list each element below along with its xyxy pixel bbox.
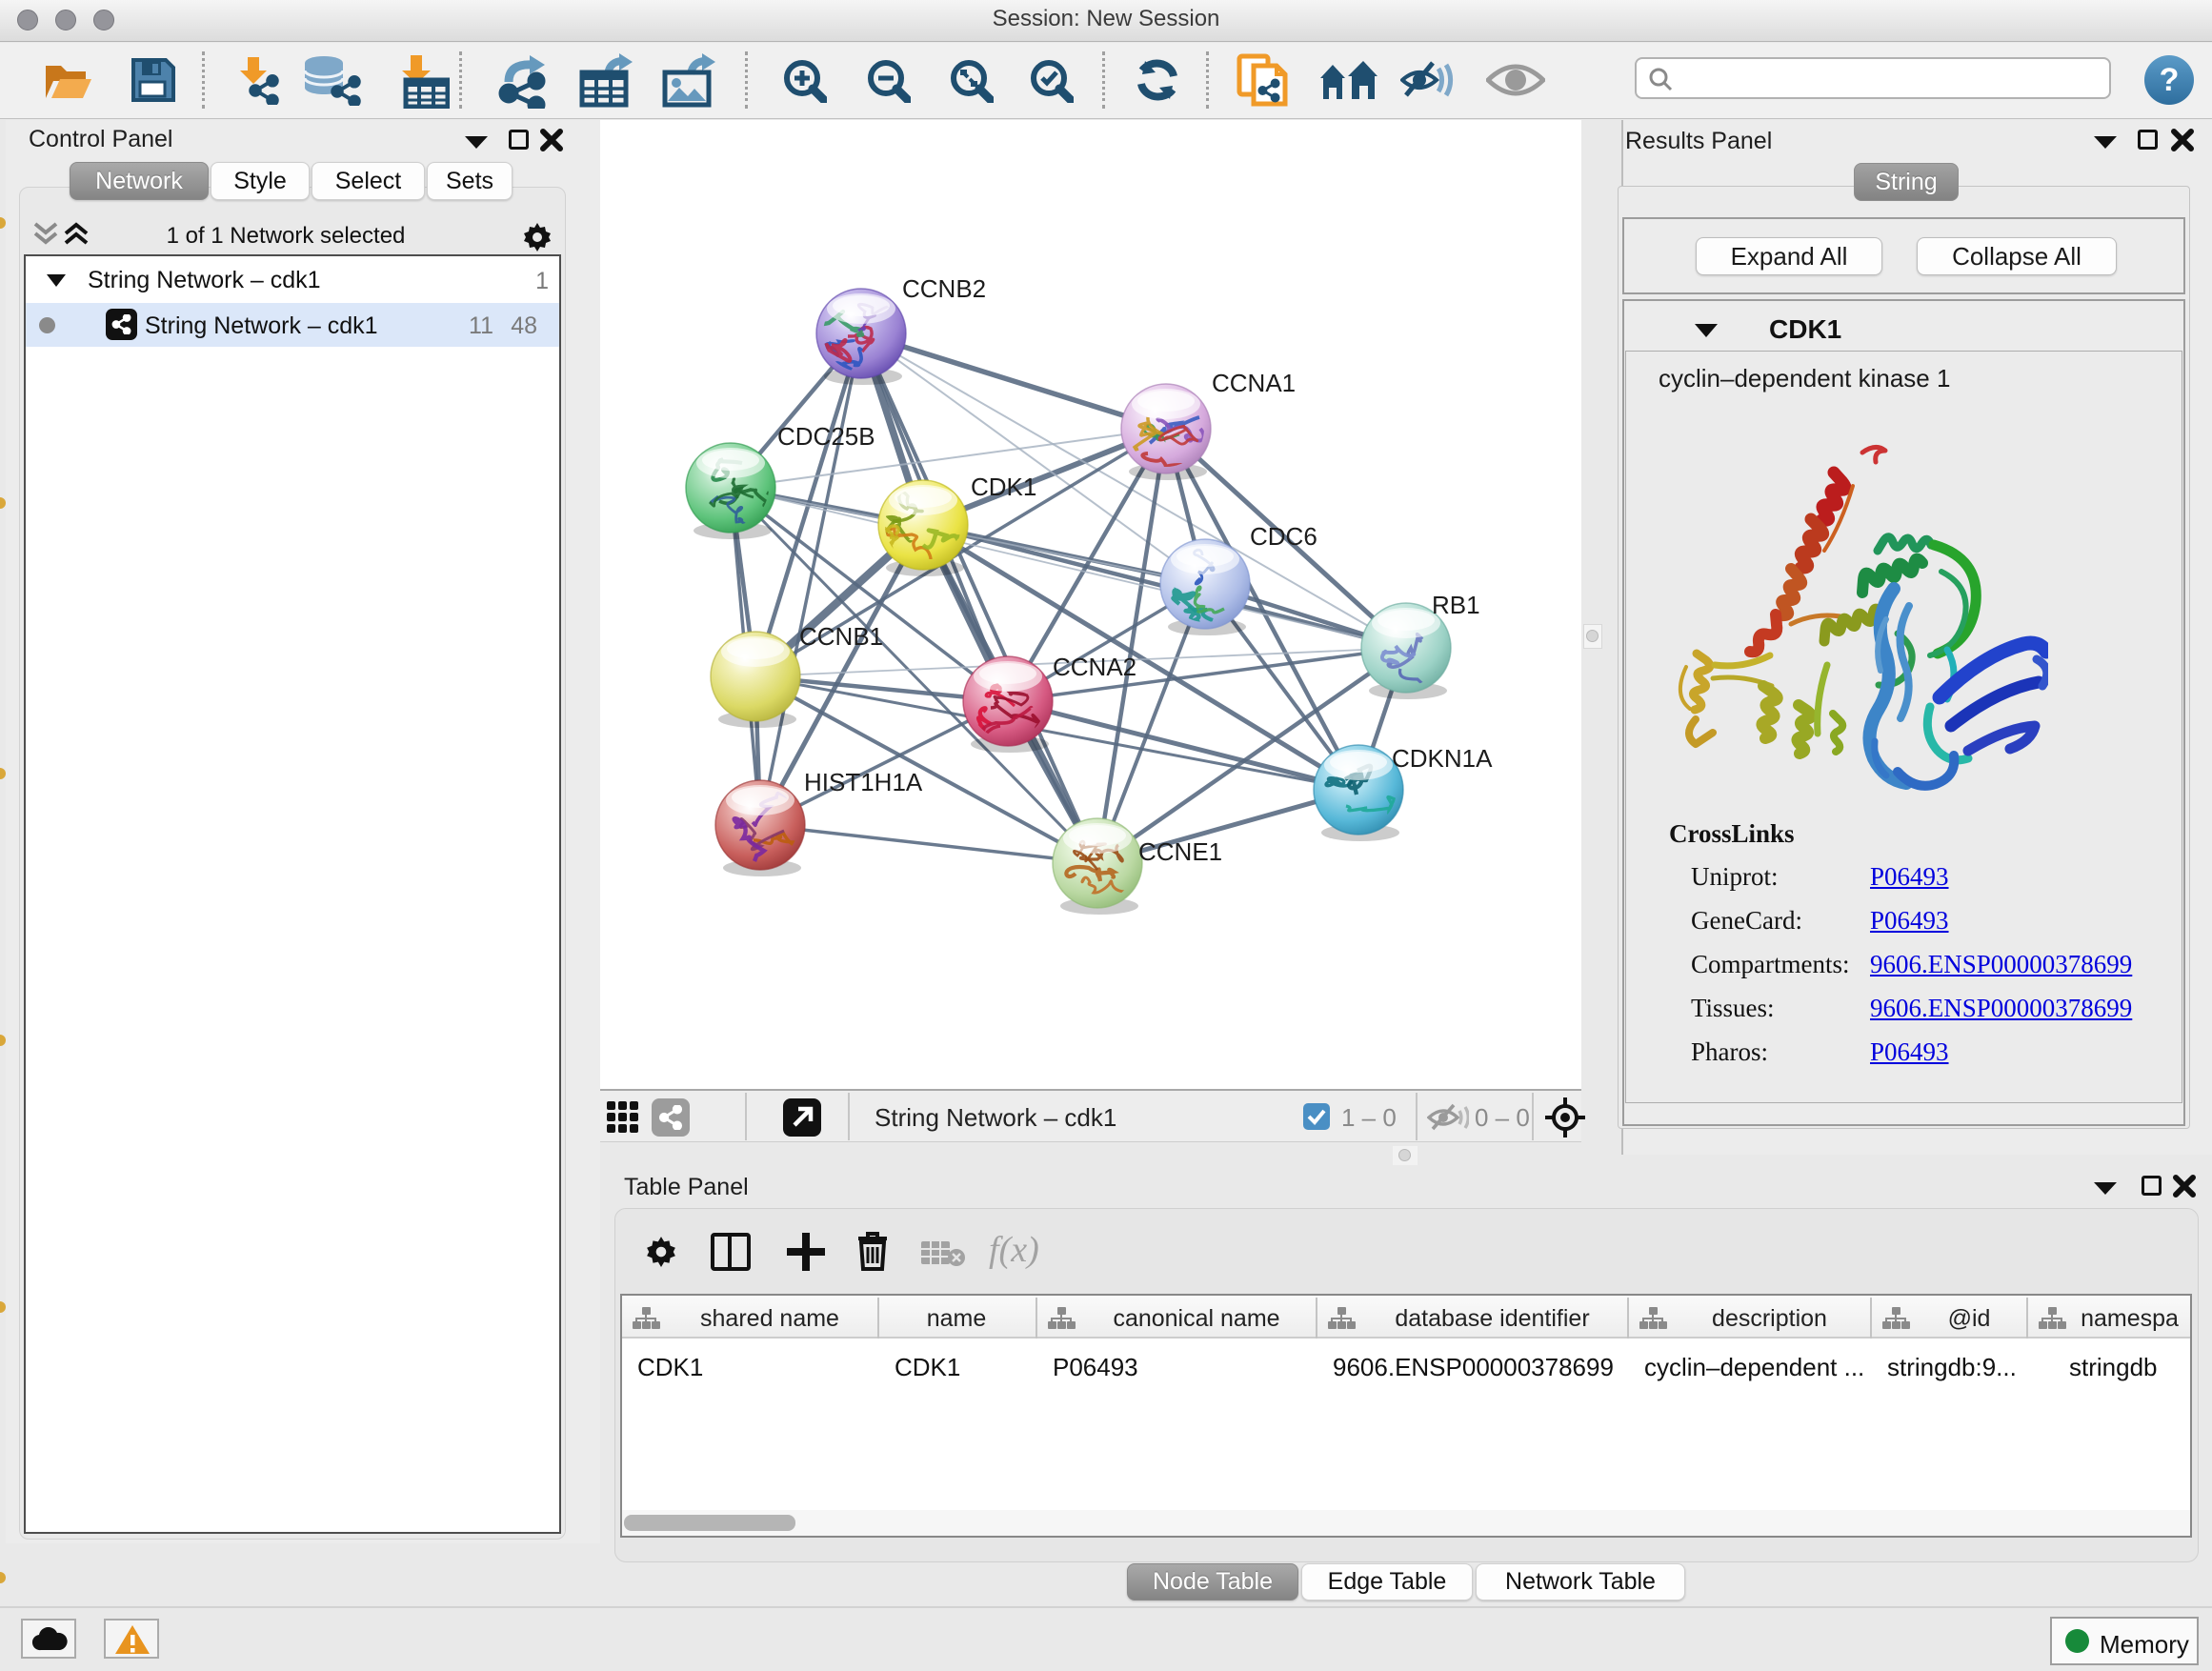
svg-text:CCNB1: CCNB1 bbox=[799, 622, 883, 651]
svg-text:RB1: RB1 bbox=[1432, 591, 1480, 619]
svg-text:CCNE1: CCNE1 bbox=[1138, 837, 1222, 866]
svg-text:CDC25B: CDC25B bbox=[777, 422, 875, 451]
svg-text:CDKN1A: CDKN1A bbox=[1392, 744, 1493, 773]
svg-text:CCNA2: CCNA2 bbox=[1053, 653, 1136, 681]
svg-text:CCNA1: CCNA1 bbox=[1212, 369, 1296, 397]
svg-text:CDK1: CDK1 bbox=[971, 473, 1036, 501]
svg-text:CDC6: CDC6 bbox=[1250, 522, 1317, 551]
svg-text:HIST1H1A: HIST1H1A bbox=[804, 768, 923, 796]
svg-text:CCNB2: CCNB2 bbox=[902, 274, 986, 303]
